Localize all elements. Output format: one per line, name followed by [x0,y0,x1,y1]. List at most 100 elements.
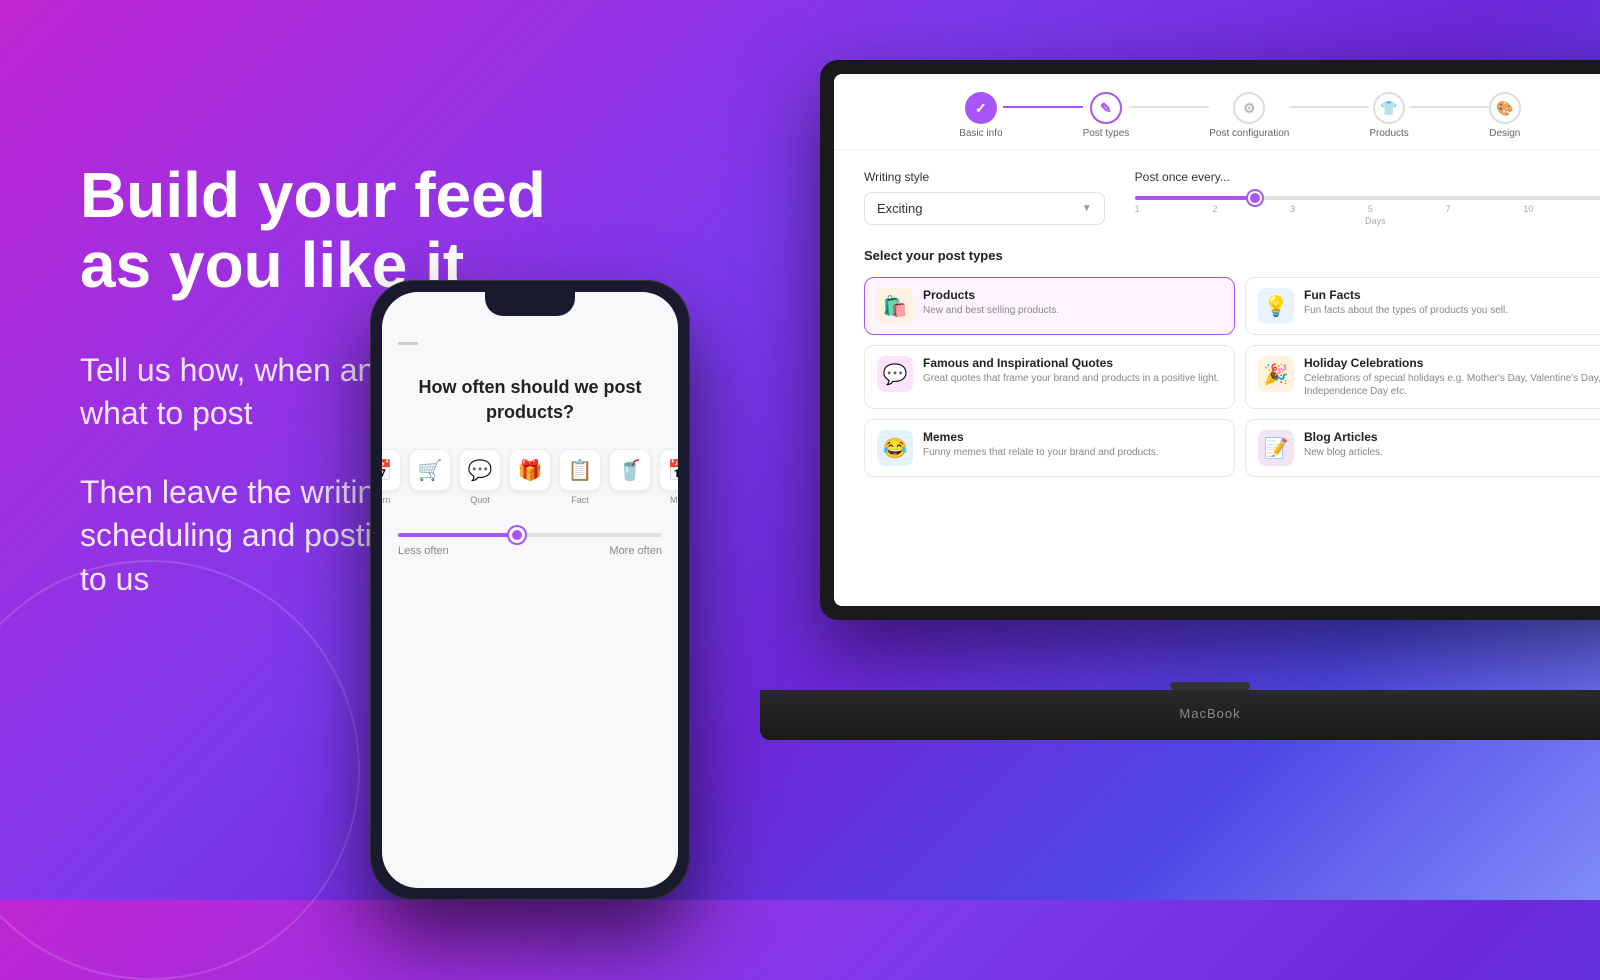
chevron-down-icon: ▼ [1082,203,1092,214]
step-line-3 [1289,106,1369,108]
post-type-desc-0: New and best selling products. [923,304,1059,317]
post-type-info-0: Products New and best selling products. [923,288,1059,317]
phone-icon-item-6[interactable]: 📅 Mem [659,449,678,505]
laptop-base: MacBook [760,690,1600,740]
phone-question: How often should we post products? [398,375,662,425]
step-circle-post-config: ⚙ [1233,92,1265,124]
step-circle-products: 👕 [1373,92,1405,124]
phone-screen: How often should we post products? 📅 Mor… [382,292,678,888]
post-type-icon-1: 💡 [1258,288,1294,324]
phone-outer: How often should we post products? 📅 Mor… [370,280,690,900]
post-type-info-4: Memes Funny memes that relate to your br… [923,430,1159,459]
phone-notch [485,292,575,316]
laptop-container: ✓ Basic info ✎ Post types ⚙ Post configu… [760,60,1600,740]
writing-style-group: Writing style Exciting ▼ [864,170,1105,226]
controls-row: Writing style Exciting ▼ Post once every… [864,170,1600,226]
post-type-icon-0: 🛍️ [877,288,913,324]
post-type-card-holiday-celebrations[interactable]: 🎉 Holiday Celebrations Celebrations of s… [1245,345,1600,409]
laptop-screen-inner: ✓ Basic info ✎ Post types ⚙ Post configu… [834,74,1600,606]
step-post-config[interactable]: ⚙ Post configuration [1209,92,1289,139]
step-circle-post-types: ✎ [1090,92,1122,124]
post-type-icon-3: 🎉 [1258,356,1294,392]
phone-icon-label-2: Quot [470,495,490,505]
phone-icon-item-2[interactable]: 💬 Quot [459,449,501,505]
step-products[interactable]: 👕 Products [1369,92,1408,139]
post-type-icon-4: 😂 [877,430,913,466]
phone-icon-box-5: 🥤 [609,449,651,491]
post-type-name-1: Fun Facts [1304,288,1508,302]
stepper: ✓ Basic info ✎ Post types ⚙ Post configu… [834,74,1600,150]
post-type-desc-1: Fun facts about the types of products yo… [1304,304,1508,317]
post-type-info-2: Famous and Inspirational Quotes Great qu… [923,356,1219,385]
step-post-types[interactable]: ✎ Post types [1083,92,1130,139]
post-type-desc-2: Great quotes that frame your brand and p… [923,372,1219,385]
phone-icons-row: 📅 Morn 🛒 💬 Quot 🎁 📋 Fact 🥤 📅 Mem [398,449,662,505]
phone-icon-label-6: Mem [670,495,678,505]
post-type-desc-3: Celebrations of special holidays e.g. Mo… [1304,372,1600,398]
post-type-card-memes[interactable]: 😂 Memes Funny memes that relate to your … [864,419,1235,477]
frequency-slider-ticks: 1 2 3 5 7 10 14 [1135,204,1600,214]
phone-slider-left-label: Less often [398,545,449,557]
post-type-name-3: Holiday Celebrations [1304,356,1600,370]
post-type-desc-5: New blog articles. [1304,446,1383,459]
frequency-slider-thumb[interactable] [1248,191,1262,205]
step-line-1 [1003,106,1083,108]
phone-icon-label-0: Morn [382,495,390,505]
app-ui: ✓ Basic info ✎ Post types ⚙ Post configu… [834,74,1600,606]
phone-icon-item-4[interactable]: 📋 Fact [559,449,601,505]
phone-icon-box-4: 📋 [559,449,601,491]
step-line-2 [1129,106,1209,108]
step-line-4 [1409,106,1489,108]
step-circle-design: 🎨 [1489,92,1521,124]
post-type-card-products[interactable]: 🛍️ Products New and best selling product… [864,277,1235,335]
post-type-name-4: Memes [923,430,1159,444]
post-types-section-title: Select your post types [864,248,1600,263]
post-type-desc-4: Funny memes that relate to your brand an… [923,446,1159,459]
laptop-hinge [1170,682,1250,690]
frequency-slider-fill [1135,196,1255,200]
phone-icon-box-2: 💬 [459,449,501,491]
post-type-icon-5: 📝 [1258,430,1294,466]
phone-icon-item-3[interactable]: 🎁 [509,449,551,505]
post-type-card-blog-articles[interactable]: 📝 Blog Articles New blog articles. [1245,419,1600,477]
nav-line [398,342,418,345]
phone-nav-dots [398,342,662,345]
step-basic-info[interactable]: ✓ Basic info [959,92,1002,139]
post-type-info-1: Fun Facts Fun facts about the types of p… [1304,288,1508,317]
phone-frequency-slider[interactable]: Less often More often [398,533,662,557]
writing-style-label: Writing style [864,170,1105,184]
post-type-card-famous-and-inspirational-quotes[interactable]: 💬 Famous and Inspirational Quotes Great … [864,345,1235,409]
phone-icon-item-0[interactable]: 📅 Morn [382,449,401,505]
writing-style-select[interactable]: Exciting ▼ [864,192,1105,225]
frequency-slider-track[interactable] [1135,196,1600,200]
frequency-label: Post once every... [1135,170,1600,184]
post-types-grid: 🛍️ Products New and best selling product… [864,277,1600,477]
post-type-name-5: Blog Articles [1304,430,1383,444]
phone-slider-labels: Less often More often [398,545,662,557]
phone-slider-right-label: More often [609,545,662,557]
phone-icon-box-0: 📅 [382,449,401,491]
laptop-brand: MacBook [760,690,1600,721]
laptop-screen-outer: ✓ Basic info ✎ Post types ⚙ Post configu… [820,60,1600,620]
phone-icon-item-1[interactable]: 🛒 [409,449,451,505]
phone-icon-item-5[interactable]: 🥤 [609,449,651,505]
phone-icon-box-6: 📅 [659,449,678,491]
post-type-info-3: Holiday Celebrations Celebrations of spe… [1304,356,1600,398]
post-type-card-fun-facts[interactable]: 💡 Fun Facts Fun facts about the types of… [1245,277,1600,335]
phone-slider-track [398,533,662,537]
writing-style-value: Exciting [877,201,923,216]
frequency-unit-label: Days [1135,216,1600,226]
phone-icon-label-4: Fact [571,495,589,505]
frequency-group: Post once every... 1 2 3 5 [1135,170,1600,226]
post-type-info-5: Blog Articles New blog articles. [1304,430,1383,459]
phone-icon-box-3: 🎁 [509,449,551,491]
post-type-name-2: Famous and Inspirational Quotes [923,356,1219,370]
post-type-icon-2: 💬 [877,356,913,392]
step-design[interactable]: 🎨 Design [1489,92,1521,139]
phone-slider-thumb[interactable] [509,527,525,543]
phone-icon-box-1: 🛒 [409,449,451,491]
phone-container: How often should we post products? 📅 Mor… [370,280,690,880]
step-circle-basic-info: ✓ [965,92,997,124]
app-content: Writing style Exciting ▼ Post once every… [834,150,1600,497]
app-left: Writing style Exciting ▼ Post once every… [864,170,1600,477]
